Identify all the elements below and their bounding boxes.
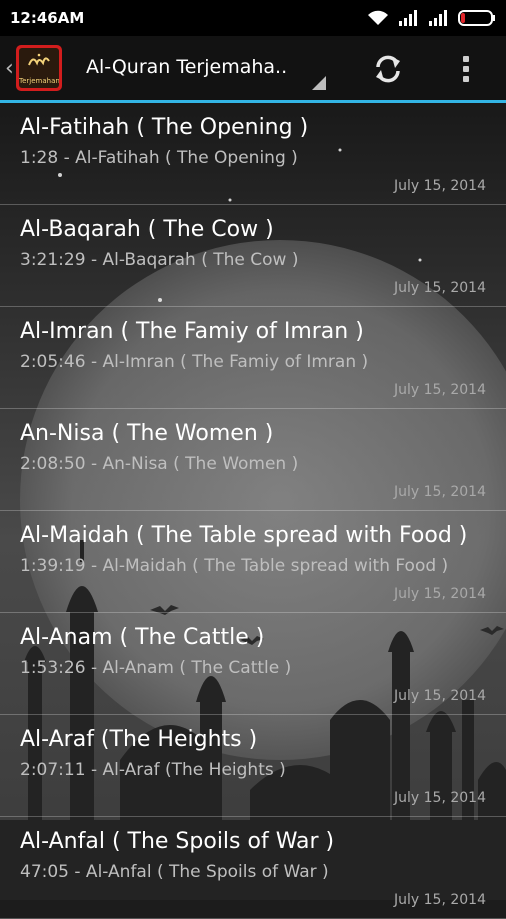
list-item[interactable]: Al-Fatihah ( The Opening ) 1:28 - Al-Fat…	[0, 103, 506, 205]
item-date: July 15, 2014	[394, 688, 486, 704]
page-title: Al-Quran Terjemaha..	[86, 56, 288, 78]
battery-icon	[458, 10, 495, 26]
wifi-icon	[368, 10, 388, 25]
item-title: Al-Anfal ( The Spoils of War )	[20, 829, 335, 854]
status-time: 12:46AM	[10, 9, 85, 27]
item-subtitle: 47:05 - Al-Anfal ( The Spoils of War )	[20, 862, 329, 882]
item-title: Al-Imran ( The Famiy of Imran )	[20, 319, 364, 344]
item-subtitle: 2:05:46 - Al-Imran ( The Famiy of Imran …	[20, 352, 369, 372]
action-bar: ‹ Terjemahan Al-Quran Terjemaha..	[0, 36, 506, 103]
item-subtitle: 1:28 - Al-Fatihah ( The Opening )	[20, 148, 298, 168]
title-spinner[interactable]: Al-Quran Terjemaha..	[86, 56, 326, 96]
item-subtitle: 2:07:11 - Al-Araf (The Heights )	[20, 760, 286, 780]
item-title: Al-Araf (The Heights )	[20, 727, 258, 752]
signal-icon	[399, 10, 417, 26]
item-date: July 15, 2014	[394, 586, 486, 602]
action-bar-divider	[0, 100, 506, 103]
overflow-dot	[463, 76, 469, 82]
item-title: Al-Baqarah ( The Cow )	[20, 217, 274, 242]
status-bar: 12:46AM	[0, 0, 506, 36]
item-date: July 15, 2014	[394, 484, 486, 500]
item-date: July 15, 2014	[394, 892, 486, 908]
list-item[interactable]: An-Nisa ( The Women ) 2:08:50 - An-Nisa …	[0, 409, 506, 511]
app-icon-label: Terjemahan	[19, 77, 59, 85]
list-item[interactable]: Al-Baqarah ( The Cow ) 3:21:29 - Al-Baqa…	[0, 205, 506, 307]
item-title: An-Nisa ( The Women )	[20, 421, 274, 446]
overflow-dot	[463, 56, 469, 62]
app-icon[interactable]: Terjemahan	[16, 45, 62, 91]
item-subtitle: 1:53:26 - Al-Anam ( The Cattle )	[20, 658, 292, 678]
refresh-icon[interactable]	[370, 51, 406, 87]
list-item[interactable]: Al-Maidah ( The Table spread with Food )…	[0, 511, 506, 613]
calligraphy-logo-icon	[28, 53, 50, 66]
item-subtitle: 3:21:29 - Al-Baqarah ( The Cow )	[20, 250, 299, 270]
item-date: July 15, 2014	[394, 178, 486, 194]
item-date: July 15, 2014	[394, 280, 486, 296]
item-title: Al-Anam ( The Cattle )	[20, 625, 265, 650]
item-subtitle: 2:08:50 - An-Nisa ( The Women )	[20, 454, 299, 474]
item-date: July 15, 2014	[394, 790, 486, 806]
overflow-dot	[463, 66, 469, 72]
up-chevron-icon[interactable]: ‹	[5, 56, 14, 81]
item-title: Al-Maidah ( The Table spread with Food )	[20, 523, 468, 548]
list-item[interactable]: Al-Anam ( The Cattle ) 1:53:26 - Al-Anam…	[0, 613, 506, 715]
item-subtitle: 1:39:19 - Al-Maidah ( The Table spread w…	[20, 556, 449, 576]
list-item[interactable]: Al-Anfal ( The Spoils of War ) 47:05 - A…	[0, 817, 506, 919]
signal-icon-2	[429, 10, 447, 26]
item-title: Al-Fatihah ( The Opening )	[20, 115, 309, 140]
status-icons	[366, 9, 496, 27]
surah-list: Al-Fatihah ( The Opening ) 1:28 - Al-Fat…	[0, 103, 506, 919]
overflow-menu-icon[interactable]	[455, 51, 477, 87]
spinner-indicator-icon	[312, 76, 326, 90]
list-item[interactable]: Al-Araf (The Heights ) 2:07:11 - Al-Araf…	[0, 715, 506, 817]
item-date: July 15, 2014	[394, 382, 486, 398]
list-item[interactable]: Al-Imran ( The Famiy of Imran ) 2:05:46 …	[0, 307, 506, 409]
